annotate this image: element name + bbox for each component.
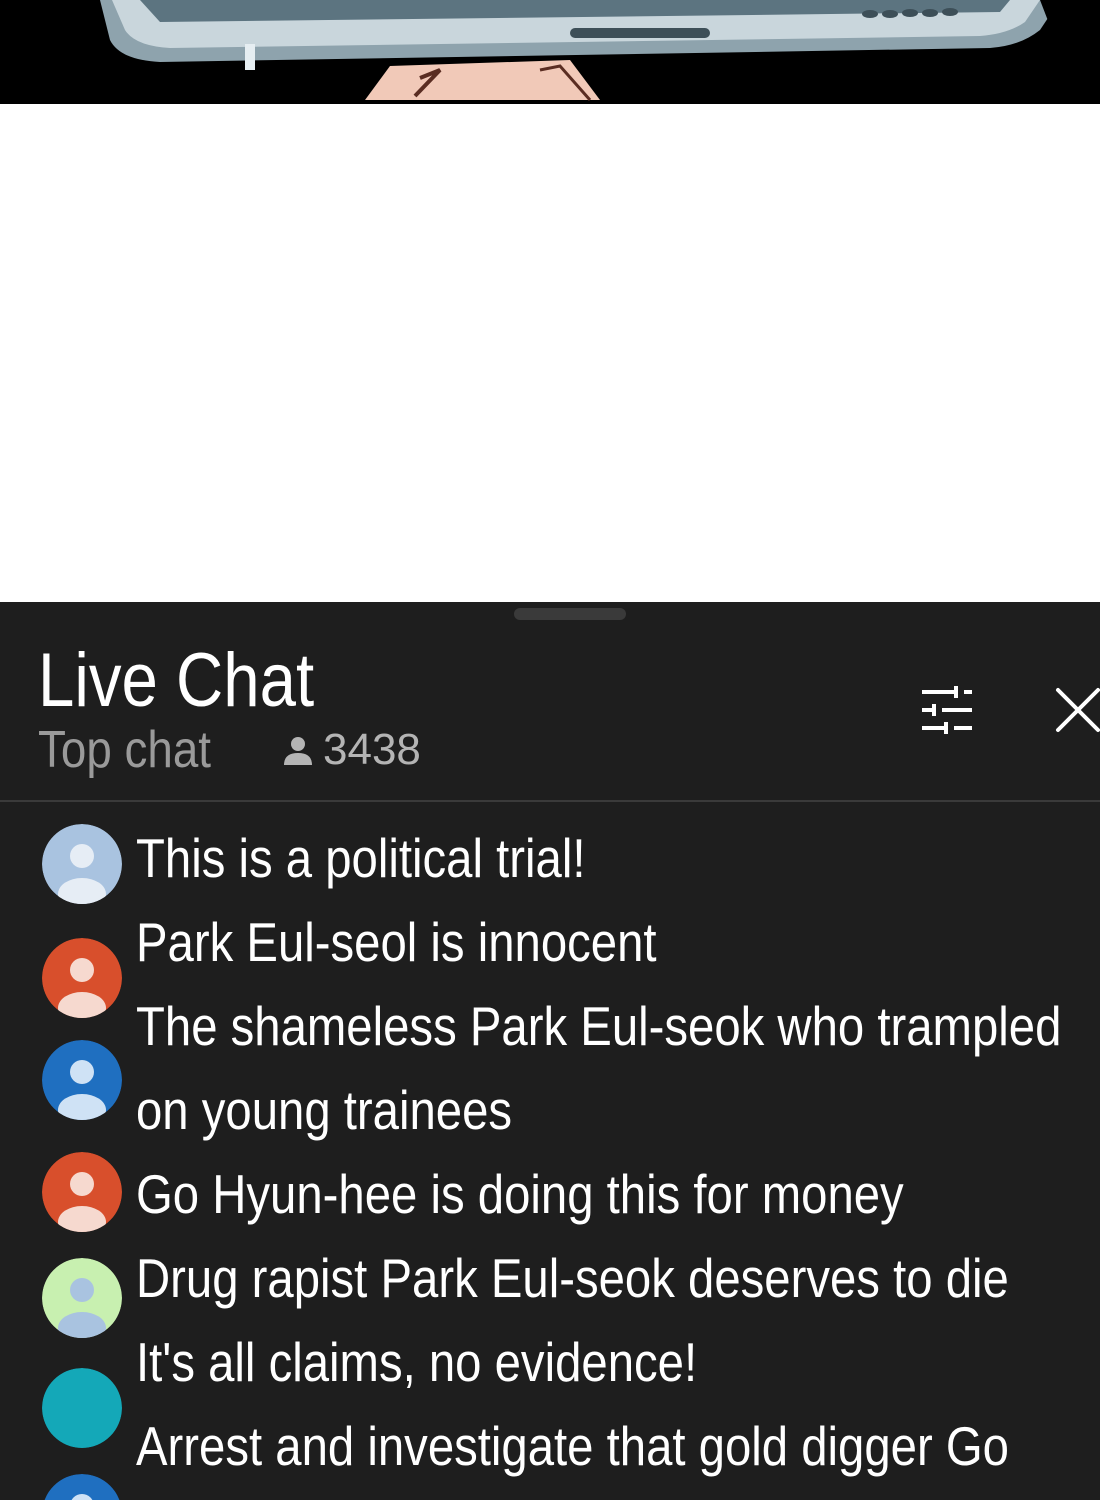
chat-message-continuation: on young trainees xyxy=(136,1079,513,1141)
chat-message: This is a political trial! xyxy=(136,827,586,889)
viewer-count: 3438 xyxy=(281,725,421,775)
chat-message: Park Eul-seol is innocent xyxy=(136,911,657,973)
avatar[interactable] xyxy=(42,938,122,1018)
avatar[interactable] xyxy=(42,1474,122,1500)
avatar[interactable] xyxy=(42,824,122,904)
close-icon[interactable] xyxy=(1052,684,1100,736)
avatar[interactable] xyxy=(42,1040,122,1120)
person-icon xyxy=(284,737,312,765)
header-divider xyxy=(0,800,1100,802)
chat-mode-row: Top chat 3438 xyxy=(38,720,421,780)
chat-message: It's all claims, no evidence! xyxy=(136,1331,698,1393)
blank-panel-gap xyxy=(0,104,1100,602)
filter-sliders-icon[interactable] xyxy=(918,684,976,734)
drag-handle[interactable] xyxy=(514,608,626,620)
live-chat-panel: Live Chat Top chat 3438 This is a politi… xyxy=(0,602,1100,1500)
viewer-count-value: 3438 xyxy=(323,725,421,774)
avatar[interactable] xyxy=(42,1368,122,1448)
top-illustration xyxy=(0,0,1100,104)
chat-message: Arrest and investigate that gold digger … xyxy=(136,1415,1009,1477)
chat-message: The shameless Park Eul-seok who trampled xyxy=(136,995,1062,1057)
chat-message: Go Hyun-hee is doing this for money xyxy=(136,1163,904,1225)
top-chat-selector[interactable]: Top chat xyxy=(38,720,218,780)
avatar[interactable] xyxy=(42,1258,122,1338)
live-chat-title: Live Chat xyxy=(38,638,315,723)
chat-message: Drug rapist Park Eul-seok deserves to di… xyxy=(136,1247,1009,1309)
avatar[interactable] xyxy=(42,1152,122,1232)
